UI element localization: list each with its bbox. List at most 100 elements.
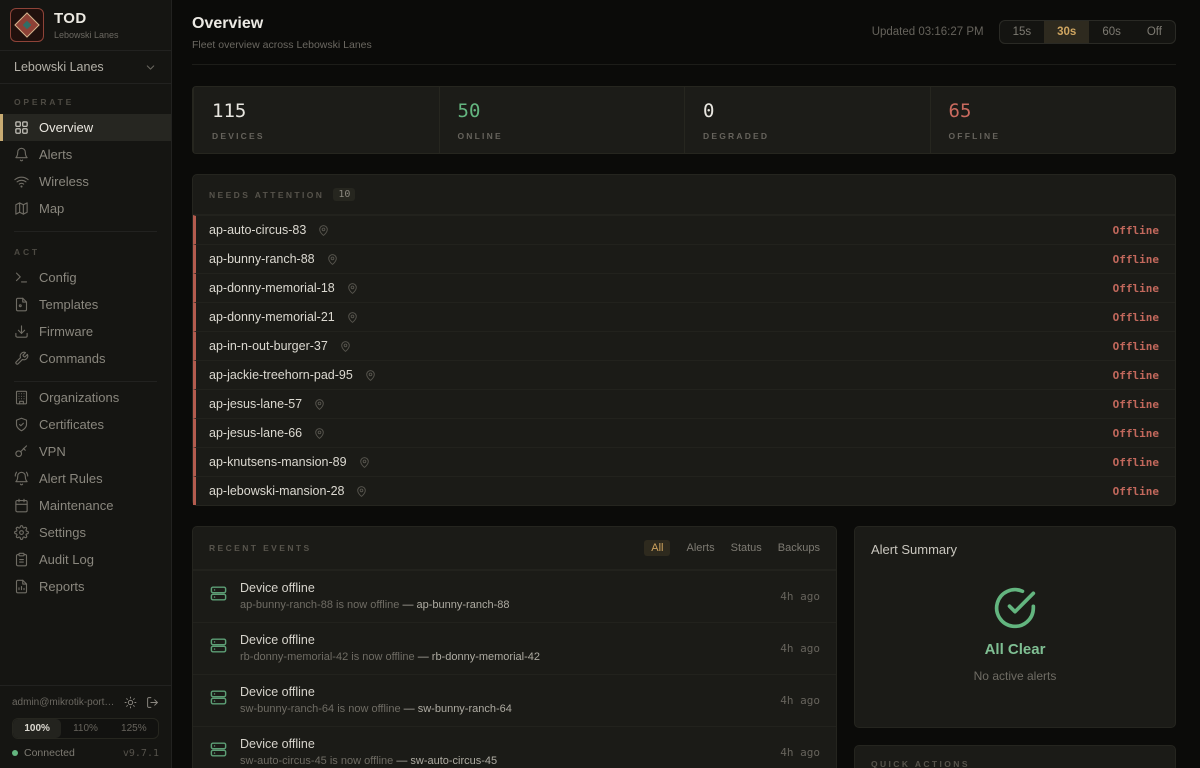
location-pin-icon xyxy=(358,456,371,469)
calendar-icon xyxy=(14,498,29,513)
attention-row[interactable]: ap-donny-memorial-21 Offline xyxy=(193,302,1175,331)
sidebar-item-config[interactable]: Config xyxy=(0,264,171,291)
stat-label: OFFLINE xyxy=(949,131,1158,141)
needs-attention-list: ap-auto-circus-83 Offline ap-bunny-ranch… xyxy=(193,215,1175,505)
server-icon xyxy=(209,688,228,715)
org-selector[interactable]: Lebowski Lanes xyxy=(0,50,171,84)
attention-row[interactable]: ap-jackie-treehorn-pad-95 Offline xyxy=(193,360,1175,389)
stat-value: 115 xyxy=(212,100,421,122)
refresh-interval-control: 15s30s60sOff xyxy=(999,20,1176,44)
sun-icon[interactable] xyxy=(124,696,137,709)
quick-actions-title: QUICK ACTIONS xyxy=(871,759,970,768)
attention-row[interactable]: ap-jesus-lane-66 Offline xyxy=(193,418,1175,447)
ui-zoom-option[interactable]: 125% xyxy=(110,719,158,738)
stat-label: DEGRADED xyxy=(703,131,912,141)
sidebar-item-templates[interactable]: Templates xyxy=(0,291,171,318)
stat-cell: 0 DEGRADED xyxy=(684,87,930,153)
location-pin-icon xyxy=(355,485,368,498)
event-device: — sw-bunny-ranch-64 xyxy=(404,703,512,715)
main-content: Overview Fleet overview across Lebowski … xyxy=(172,0,1200,768)
app-brand: TOD Lebowski Lanes xyxy=(0,0,171,50)
device-status: Offline xyxy=(1113,427,1159,440)
recent-events-card: RECENT EVENTS AllAlertsStatusBackups Dev… xyxy=(192,526,837,768)
device-name: ap-auto-circus-83 xyxy=(209,223,306,237)
needs-attention-title: NEEDS ATTENTION xyxy=(209,190,324,200)
refresh-interval-option[interactable]: 15s xyxy=(1000,21,1045,43)
attention-row[interactable]: ap-knutsens-mansion-89 Offline xyxy=(193,447,1175,476)
sidebar-item-organizations[interactable]: Organizations xyxy=(0,384,171,411)
terminal-icon xyxy=(14,270,29,285)
sidebar-item-label: Config xyxy=(39,270,77,285)
sidebar-item-wireless[interactable]: Wireless xyxy=(0,168,171,195)
device-status: Offline xyxy=(1113,485,1159,498)
sidebar-item-commands[interactable]: Commands xyxy=(0,345,171,372)
device-name: ap-jackie-treehorn-pad-95 xyxy=(209,368,353,382)
attention-row[interactable]: ap-in-n-out-burger-37 Offline xyxy=(193,331,1175,360)
sidebar-footer: admin@mikrotik-portal.dev 100%110%125% C… xyxy=(0,685,171,768)
logout-icon[interactable] xyxy=(146,696,159,709)
sidebar-item-alert-rules[interactable]: Alert Rules xyxy=(0,465,171,492)
refresh-interval-option[interactable]: Off xyxy=(1134,21,1175,43)
event-list: Device offline ap-bunny-ranch-88 is now … xyxy=(193,570,836,768)
attention-row[interactable]: ap-donny-memorial-18 Offline xyxy=(193,273,1175,302)
device-status: Offline xyxy=(1113,224,1159,237)
ui-zoom-option[interactable]: 110% xyxy=(61,719,109,738)
report-icon xyxy=(14,579,29,594)
event-filter[interactable]: Status xyxy=(731,542,762,554)
attention-row[interactable]: ap-lebowski-mansion-28 Offline xyxy=(193,476,1175,505)
key-icon xyxy=(14,444,29,459)
sidebar-item-label: Reports xyxy=(39,579,85,594)
chevron-down-icon xyxy=(144,61,157,74)
alert-summary-title: Alert Summary xyxy=(871,542,1159,557)
sidebar-item-maintenance[interactable]: Maintenance xyxy=(0,492,171,519)
divider xyxy=(14,381,157,382)
sidebar-item-audit-log[interactable]: Audit Log xyxy=(0,546,171,573)
attention-row[interactable]: ap-bunny-ranch-88 Offline xyxy=(193,244,1175,273)
attention-row[interactable]: ap-jesus-lane-57 Offline xyxy=(193,389,1175,418)
device-name: ap-jesus-lane-57 xyxy=(209,397,302,411)
sidebar-item-label: Settings xyxy=(39,525,86,540)
sidebar-item-settings[interactable]: Settings xyxy=(0,519,171,546)
shield-check-icon xyxy=(14,417,29,432)
sidebar: TOD Lebowski Lanes Lebowski Lanes OPERAT… xyxy=(0,0,172,768)
event-row[interactable]: Device offline rb-donny-memorial-42 is n… xyxy=(193,622,836,674)
wifi-icon xyxy=(14,174,29,189)
sidebar-item-label: Alerts xyxy=(39,147,72,162)
bell-icon xyxy=(14,147,29,162)
refresh-interval-option[interactable]: 60s xyxy=(1089,21,1134,43)
event-filter[interactable]: Backups xyxy=(778,542,820,554)
event-row[interactable]: Device offline sw-auto-circus-45 is now … xyxy=(193,726,836,768)
bell-ring-icon xyxy=(14,471,29,486)
quick-actions-card: QUICK ACTIONS xyxy=(854,745,1176,768)
device-name: ap-lebowski-mansion-28 xyxy=(209,484,344,498)
app-subtitle: Lebowski Lanes xyxy=(54,30,119,40)
sidebar-item-alerts[interactable]: Alerts xyxy=(0,141,171,168)
page-subtitle: Fleet overview across Lebowski Lanes xyxy=(192,39,372,51)
attention-row[interactable]: ap-auto-circus-83 Offline xyxy=(193,215,1175,244)
sidebar-item-firmware[interactable]: Firmware xyxy=(0,318,171,345)
event-filter[interactable]: Alerts xyxy=(686,542,714,554)
event-row[interactable]: Device offline sw-bunny-ranch-64 is now … xyxy=(193,674,836,726)
needs-attention-count: 10 xyxy=(333,188,355,201)
stat-value: 50 xyxy=(458,100,667,122)
sidebar-item-label: Organizations xyxy=(39,390,119,405)
building-icon xyxy=(14,390,29,405)
refresh-interval-option[interactable]: 30s xyxy=(1044,21,1089,43)
sidebar-item-certificates[interactable]: Certificates xyxy=(0,411,171,438)
event-row[interactable]: Device offline ap-bunny-ranch-88 is now … xyxy=(193,570,836,622)
event-filter[interactable]: All xyxy=(644,540,670,556)
sidebar-item-overview[interactable]: Overview xyxy=(0,114,171,141)
location-pin-icon xyxy=(339,340,352,353)
sidebar-item-vpn[interactable]: VPN xyxy=(0,438,171,465)
event-device: — ap-bunny-ranch-88 xyxy=(402,599,509,611)
event-time: 4h ago xyxy=(780,642,820,655)
user-email: admin@mikrotik-portal.dev xyxy=(12,697,115,708)
ui-zoom-option[interactable]: 100% xyxy=(13,719,61,738)
sidebar-item-map[interactable]: Map xyxy=(0,195,171,222)
connected-dot xyxy=(12,750,18,756)
event-title: Device offline xyxy=(240,737,497,751)
event-detail: sw-auto-circus-45 is now offline — sw-au… xyxy=(240,755,497,767)
device-status: Offline xyxy=(1113,311,1159,324)
sidebar-item-reports[interactable]: Reports xyxy=(0,573,171,600)
sidebar-item-label: Maintenance xyxy=(39,498,113,513)
